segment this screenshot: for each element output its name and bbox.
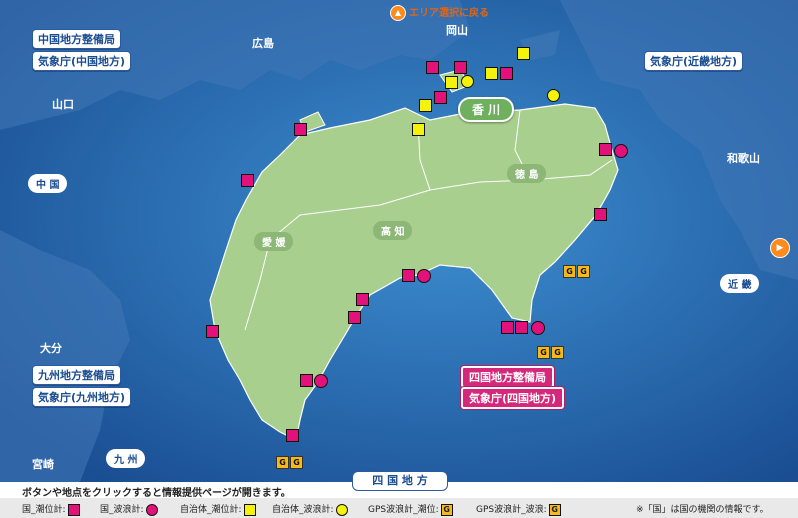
jma-chugoku-button[interactable]: 気象庁(中国地方) <box>32 51 132 71</box>
pref-tokushima[interactable]: 徳 島 <box>507 164 547 183</box>
square-icon <box>243 503 256 516</box>
circle-icon <box>145 503 158 516</box>
station-marker[interactable] <box>501 321 514 334</box>
station-marker[interactable] <box>294 123 307 136</box>
station-marker[interactable] <box>241 174 254 187</box>
region-kyushu[interactable]: 九 州 <box>106 449 146 468</box>
chugoku-bureau-button[interactable]: 中国地方整備局 <box>32 29 121 49</box>
pref-kagawa[interactable]: 香 川 <box>458 97 515 122</box>
shikoku-tab[interactable]: 四 国 地 方 <box>352 471 448 491</box>
legend-label: 自治体_波浪計: <box>272 505 334 515</box>
legend-footnote: ※「国」は国の機関の情報です。 <box>636 505 769 515</box>
station-marker[interactable] <box>454 61 467 74</box>
legend-label: GPS波浪計_潮位: <box>368 505 439 515</box>
gps-marker[interactable]: G <box>290 456 303 469</box>
gps-marker[interactable]: G <box>563 265 576 278</box>
station-marker[interactable] <box>434 91 447 104</box>
legend-gps-tide: GPS波浪計_潮位: G <box>368 502 453 516</box>
circle-icon <box>335 503 348 516</box>
legend-label: 自治体_潮位計: <box>180 505 242 515</box>
region-oita: 大分 <box>40 342 62 355</box>
jma-kyushu-button[interactable]: 気象庁(九州地方) <box>32 387 132 407</box>
gps-marker[interactable]: G <box>537 346 550 359</box>
gps-marker[interactable]: G <box>276 456 289 469</box>
station-marker[interactable] <box>314 374 328 388</box>
station-marker[interactable] <box>417 269 431 283</box>
region-wakayama: 和歌山 <box>727 152 760 165</box>
gps-marker[interactable]: G <box>551 346 564 359</box>
square-icon <box>67 503 80 516</box>
map-svg <box>0 0 798 482</box>
station-marker[interactable] <box>515 321 528 334</box>
pref-ehime[interactable]: 愛 媛 <box>254 232 294 251</box>
station-marker[interactable] <box>348 311 361 324</box>
station-marker[interactable] <box>402 269 415 282</box>
station-marker[interactable] <box>594 208 607 221</box>
station-marker[interactable] <box>547 89 560 102</box>
legend-local-tide: 自治体_潮位計: <box>180 502 256 516</box>
kyushu-bureau-button[interactable]: 九州地方整備局 <box>32 365 121 385</box>
station-marker[interactable] <box>461 75 474 88</box>
station-marker[interactable] <box>356 293 369 306</box>
gps-icon: G <box>440 503 453 516</box>
jma-kinki-button[interactable]: 気象庁(近畿地方) <box>644 51 744 71</box>
station-marker[interactable] <box>206 325 219 338</box>
region-chugoku[interactable]: 中 国 <box>28 174 68 193</box>
station-marker[interactable] <box>426 61 439 74</box>
station-marker[interactable] <box>500 67 513 80</box>
station-marker[interactable] <box>485 67 498 80</box>
map-area <box>0 0 798 482</box>
up-arrow-icon: ▲ <box>390 5 406 21</box>
station-marker[interactable] <box>599 143 612 156</box>
instruction-note: ボタンや地点をクリックすると情報提供ページが開きます。 <box>22 488 291 499</box>
station-marker[interactable] <box>445 76 458 89</box>
gps-marker[interactable]: G <box>577 265 590 278</box>
region-yamaguchi: 山口 <box>52 98 74 111</box>
station-marker[interactable] <box>300 374 313 387</box>
pref-kochi[interactable]: 高 知 <box>373 221 413 240</box>
station-marker[interactable] <box>286 429 299 442</box>
back-to-area-link[interactable]: ▲ エリア選択に戻る <box>390 4 489 21</box>
jma-shikoku-button[interactable]: 気象庁(四国地方) <box>461 387 565 409</box>
legend-bar: 国_潮位計: 国_波浪計: 自治体_潮位計: 自治体_波浪計: GPS波浪計_潮… <box>0 498 798 518</box>
legend-local-wave: 自治体_波浪計: <box>272 502 348 516</box>
legend-gps-wave: GPS波浪計_波浪: G <box>476 502 561 516</box>
gps-icon: G <box>548 503 561 516</box>
station-marker[interactable] <box>614 144 628 158</box>
legend-label: GPS波浪計_波浪: <box>476 505 547 515</box>
station-marker[interactable] <box>517 47 530 60</box>
station-marker[interactable] <box>419 99 432 112</box>
region-miyazaki: 宮崎 <box>32 458 54 471</box>
shikoku-bureau-button[interactable]: 四国地方整備局 <box>461 366 554 388</box>
region-hiroshima: 広島 <box>252 37 274 50</box>
station-marker[interactable] <box>531 321 545 335</box>
back-label: エリア選択に戻る <box>409 8 489 19</box>
right-arrow-icon[interactable]: ▶ <box>770 238 790 258</box>
legend-label: 国_波浪計: <box>100 505 144 515</box>
legend-kuni-tide: 国_潮位計: <box>22 502 80 516</box>
station-marker[interactable] <box>412 123 425 136</box>
legend-label: 国_潮位計: <box>22 505 66 515</box>
legend-kuni-wave: 国_波浪計: <box>100 502 158 516</box>
region-okayama: 岡山 <box>446 24 468 37</box>
region-kinki[interactable]: 近 畿 <box>720 274 760 293</box>
